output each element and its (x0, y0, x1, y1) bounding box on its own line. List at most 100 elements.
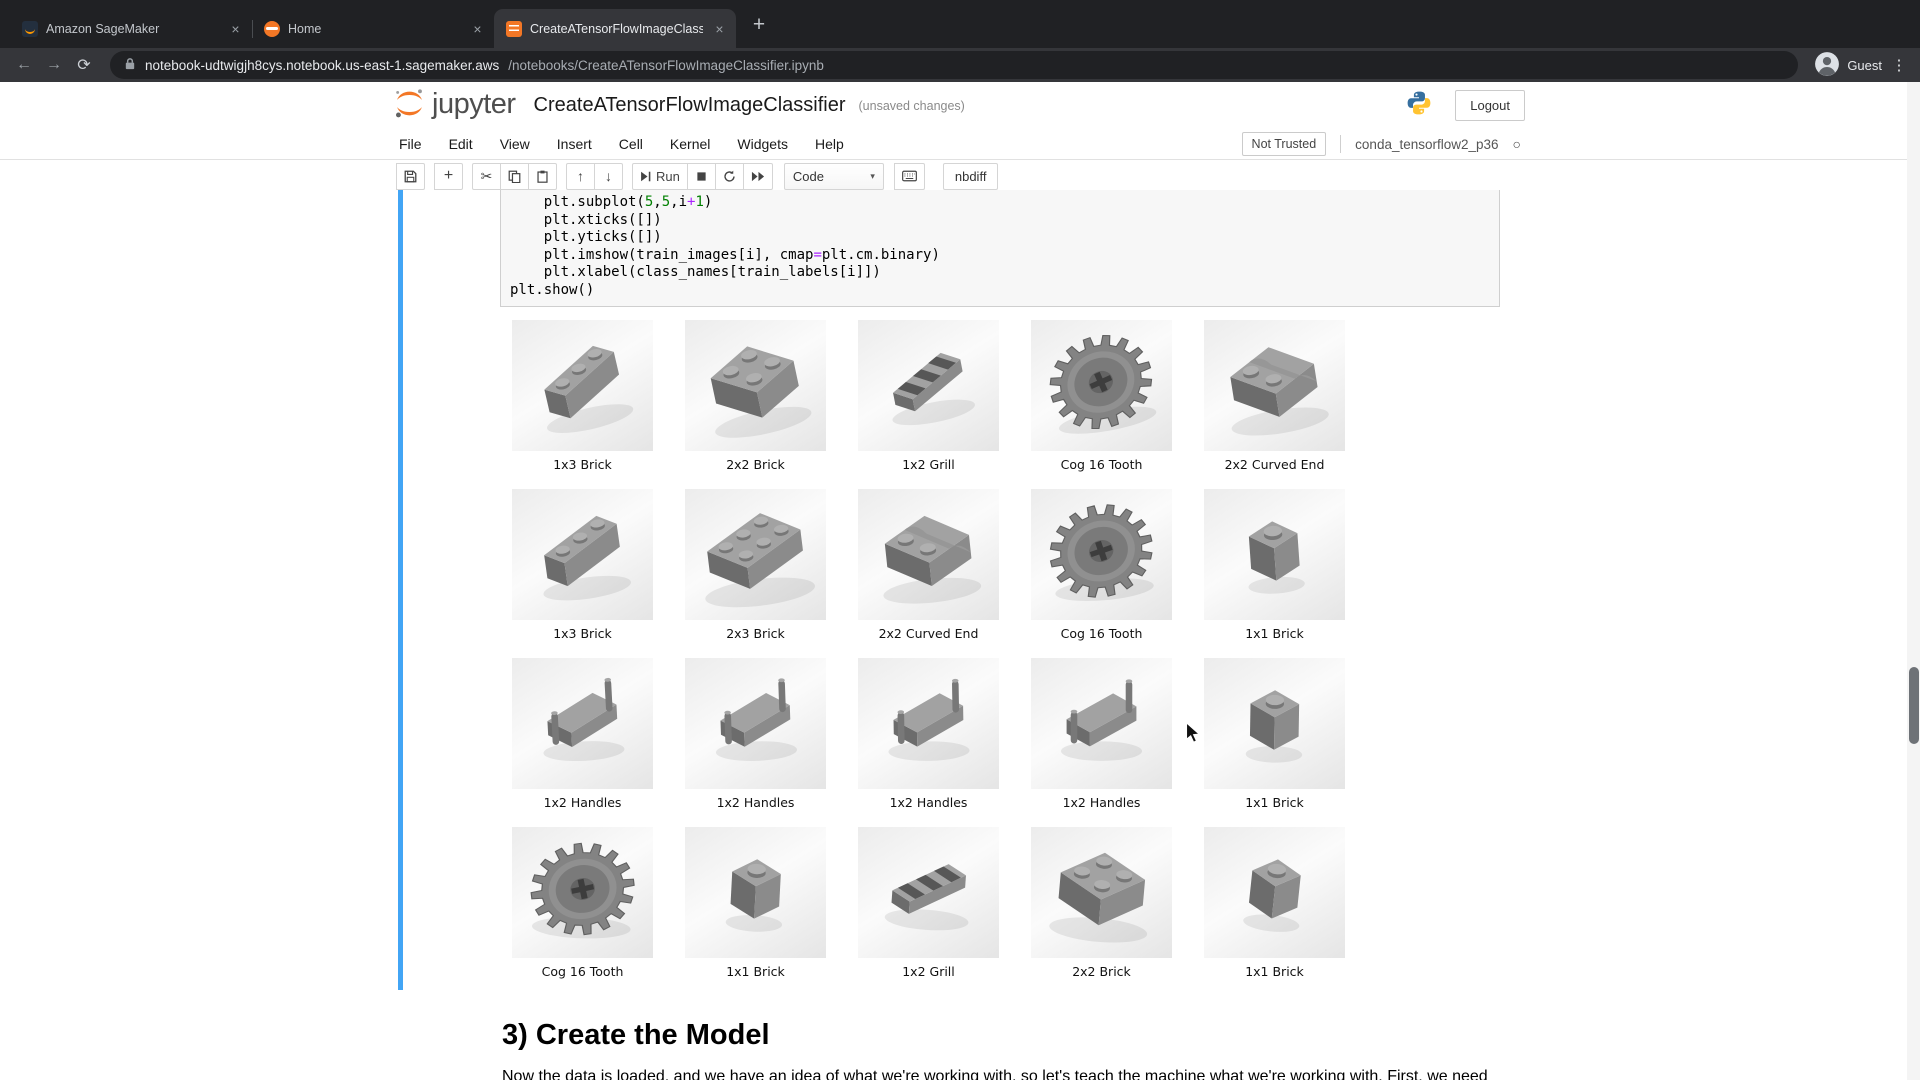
tab-close-icon[interactable]: × (469, 20, 486, 37)
browser-tab-2[interactable]: Home× (252, 9, 494, 48)
tab-strip: Amazon SageMaker×Home×CreateATensorFlowI… (0, 0, 1920, 48)
browser-menu-kebab-icon[interactable]: ⋮ (1888, 56, 1910, 74)
kernel-name: conda_tensorflow2_p36 (1355, 137, 1498, 152)
tab-close-icon[interactable]: × (711, 20, 728, 37)
menu-help[interactable]: Help (815, 136, 844, 152)
menubar-right: Not Trusted conda_tensorflow2_p36 ○ (1242, 129, 1521, 159)
lego-brick-image (512, 827, 653, 958)
url-bar[interactable]: notebook-udtwigjh8cys.notebook.us-east-1… (110, 51, 1798, 79)
reload-button[interactable]: ⟳ (70, 51, 98, 79)
back-icon: ← (16, 56, 32, 74)
jupyter-favicon (264, 21, 280, 37)
forward-icon: → (46, 56, 62, 74)
image-class-label: 1x2 Handles (685, 795, 826, 810)
menu-file[interactable]: File (399, 136, 422, 152)
image-class-label: 1x2 Grill (858, 457, 999, 472)
menu-insert[interactable]: Insert (557, 136, 592, 152)
code-editor[interactable]: plt.subplot(5,5,i+1) plt.xticks([]) plt.… (500, 190, 1500, 307)
output-image-tile: 1x2 Handles (512, 658, 653, 810)
autosave-status: (unsaved changes) (859, 99, 965, 113)
insert-cell-below-button[interactable]: + (434, 163, 463, 190)
new-tab-button[interactable]: + (744, 10, 774, 40)
paste-cells-button[interactable] (528, 163, 557, 190)
image-class-label: Cog 16 Tooth (1031, 626, 1172, 641)
lego-brick-image (512, 489, 653, 620)
profile-button[interactable]: Guest (1810, 51, 1886, 80)
output-image-tile: 1x2 Handles (1031, 658, 1172, 810)
move-cell-up-button[interactable]: ↑ (566, 163, 595, 190)
notebook-menubar: FileEditViewInsertCellKernelWidgetsHelp … (0, 129, 1920, 160)
lego-brick-image (685, 658, 826, 789)
output-image-tile: 1x2 Grill (858, 827, 999, 979)
avatar-icon (1814, 51, 1840, 80)
browser-toolbar: ← → ⟳ notebook-udtwigjh8cys.notebook.us-… (0, 48, 1920, 82)
restart-kernel-button[interactable] (715, 163, 744, 190)
sagemaker-favicon (22, 21, 38, 37)
output-image-tile: 1x1 Brick (1204, 827, 1345, 979)
notebook-cell[interactable]: plt.subplot(5,5,i+1) plt.xticks([]) plt.… (398, 190, 1510, 990)
not-trusted-badge[interactable]: Not Trusted (1242, 132, 1327, 156)
lego-brick-image (1031, 489, 1172, 620)
url-path: /notebooks/CreateATensorFlowImageClassif… (508, 58, 824, 73)
run-label: Run (656, 169, 680, 184)
menu-edit[interactable]: Edit (449, 136, 473, 152)
image-class-label: 1x2 Handles (1031, 795, 1172, 810)
lego-brick-image (1204, 320, 1345, 451)
browser-tab-3[interactable]: CreateATensorFlowImageClass × (494, 9, 736, 48)
cut-cells-button[interactable]: ✂ (472, 163, 501, 190)
forward-button[interactable]: → (40, 51, 68, 79)
jupyter-planet-icon (393, 87, 426, 125)
jupyter-logotype: jupyter (432, 90, 516, 122)
copy-cells-button[interactable] (500, 163, 529, 190)
output-image-tile: 2x2 Curved End (858, 489, 999, 641)
output-image-tile: 2x2 Curved End (1204, 320, 1345, 472)
image-class-label: 1x2 Handles (512, 795, 653, 810)
restart-run-all-button[interactable] (743, 163, 773, 190)
lego-brick-image (512, 320, 653, 451)
image-class-label: 1x1 Brick (1204, 626, 1345, 641)
jupyter-logo[interactable]: jupyter (393, 87, 516, 125)
menu-kernel[interactable]: Kernel (670, 136, 710, 152)
back-button[interactable]: ← (10, 51, 38, 79)
mouse-cursor (1185, 722, 1203, 744)
kernel-idle-icon: ○ (1513, 137, 1521, 151)
image-class-label: Cog 16 Tooth (1031, 457, 1172, 472)
cell-type-select[interactable]: Code▾ (784, 163, 884, 190)
command-palette-button[interactable] (894, 163, 925, 190)
image-class-label: 2x2 Brick (1031, 964, 1172, 979)
save-checkpoint-button[interactable] (396, 163, 425, 190)
image-class-label: 1x1 Brick (1204, 795, 1345, 810)
menu-view[interactable]: View (500, 136, 530, 152)
lego-brick-image (685, 320, 826, 451)
header-right: Logout (1406, 82, 1525, 129)
menu-widgets[interactable]: Widgets (737, 136, 788, 152)
output-image-tile: 2x2 Brick (1031, 827, 1172, 979)
kernel-separator (1340, 135, 1341, 153)
output-image-tile: 1x1 Brick (1204, 489, 1345, 641)
scrollbar-thumb[interactable] (1909, 667, 1919, 744)
cell-type-value: Code (793, 169, 824, 184)
lego-brick-image (858, 658, 999, 789)
notebook-title[interactable]: CreateATensorFlowImageClassifier (534, 94, 846, 117)
tab-title: CreateATensorFlowImageClass (530, 22, 703, 36)
url-domain: notebook-udtwigjh8cys.notebook.us-east-1… (145, 58, 499, 73)
output-image-tile: 1x3 Brick (512, 320, 653, 472)
logout-button[interactable]: Logout (1455, 90, 1525, 121)
reload-icon: ⟳ (77, 55, 90, 75)
image-class-label: Cog 16 Tooth (512, 964, 653, 979)
notebook-header: jupyter CreateATensorFlowImageClassifier… (0, 82, 1920, 129)
lego-brick-image (1031, 320, 1172, 451)
output-image-tile: 1x1 Brick (685, 827, 826, 979)
run-cell-button[interactable]: Run (632, 163, 688, 190)
move-cell-down-button[interactable]: ↓ (594, 163, 623, 190)
page-scrollbar[interactable] (1907, 82, 1920, 1080)
nbdiff-button[interactable]: nbdiff (943, 163, 999, 190)
browser-tab-1[interactable]: Amazon SageMaker× (10, 9, 252, 48)
image-class-label: 1x2 Grill (858, 964, 999, 979)
lego-brick-image (1031, 827, 1172, 958)
menu-cell[interactable]: Cell (619, 136, 643, 152)
python-kernel-icon (1406, 90, 1432, 121)
markdown-heading: 3) Create the Model (502, 1019, 770, 1052)
interrupt-kernel-button[interactable] (687, 163, 716, 190)
tab-close-icon[interactable]: × (227, 20, 244, 37)
